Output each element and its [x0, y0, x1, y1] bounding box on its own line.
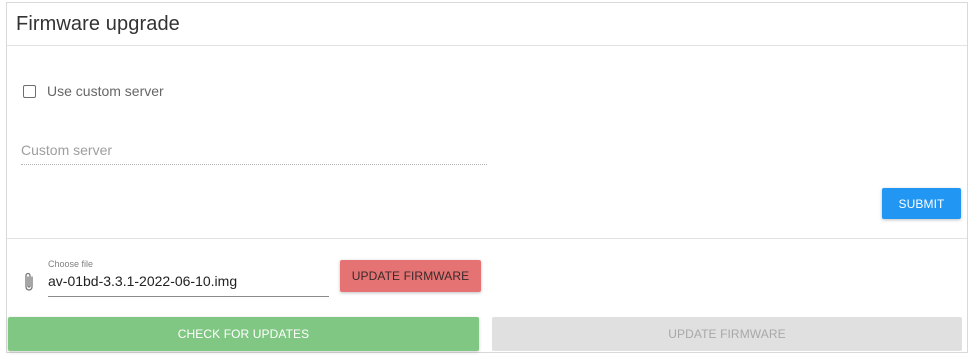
update-firmware-file-button[interactable]: UPDATE FIRMWARE [340, 260, 481, 292]
update-firmware-button-disabled: UPDATE FIRMWARE [492, 317, 962, 351]
file-name-field[interactable]: av-01bd-3.3.1-2022-06-10.img [48, 273, 329, 297]
firmware-upgrade-panel: Firmware upgrade Use custom server SUBMI… [6, 2, 968, 353]
use-custom-server-checkbox-row[interactable]: Use custom server [23, 81, 164, 101]
paperclip-icon[interactable] [23, 271, 35, 293]
panel-title: Firmware upgrade [16, 13, 180, 35]
panel-header: Firmware upgrade [7, 3, 967, 46]
choose-file-caption: Choose file [48, 259, 94, 269]
custom-server-input[interactable] [21, 139, 487, 165]
check-for-updates-button[interactable]: CHECK FOR UPDATES [8, 317, 479, 351]
submit-button[interactable]: SUBMIT [882, 188, 961, 219]
use-custom-server-label[interactable]: Use custom server [47, 83, 164, 99]
use-custom-server-checkbox[interactable] [23, 84, 36, 98]
section-divider [7, 238, 967, 239]
